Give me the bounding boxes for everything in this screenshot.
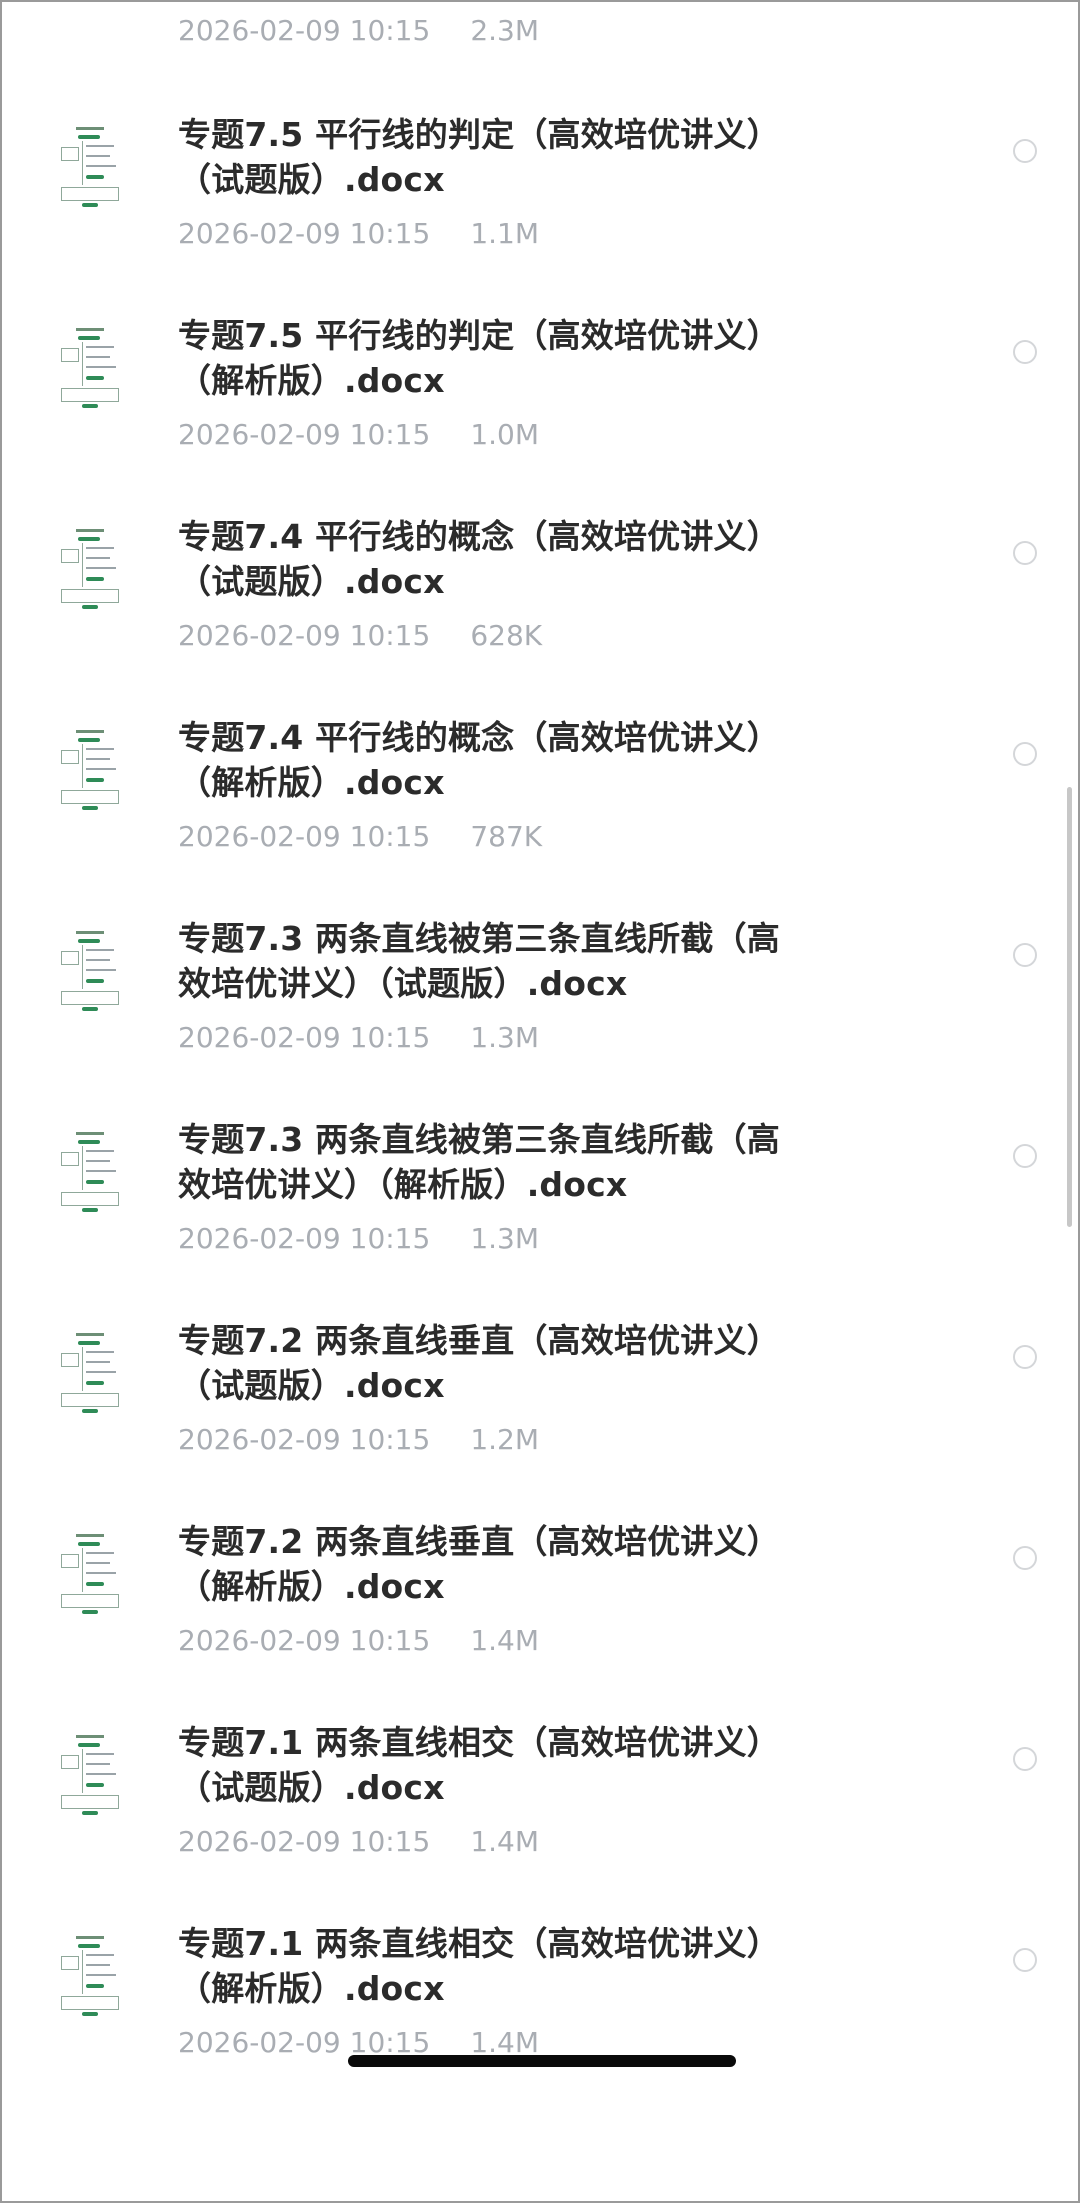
file-meta: 2026-02-09 10:15 1.2M — [178, 1423, 539, 1456]
file-meta: 2026-02-09 10:15 628K — [178, 619, 542, 652]
file-size: 1.1M — [470, 217, 540, 250]
docx-thumbnail-icon — [60, 1130, 120, 1212]
file-name: 专题7.3 两条直线被第三条直线所截（高 效培优讲义）（试题版）.docx — [178, 919, 780, 1003]
select-radio-icon[interactable] — [1013, 139, 1037, 163]
scrollbar[interactable] — [1067, 787, 1072, 1227]
docx-thumbnail-icon — [60, 1331, 120, 1413]
select-radio-icon[interactable] — [1013, 1948, 1037, 1972]
select-radio-icon[interactable] — [1013, 1144, 1037, 1168]
home-indicator[interactable] — [348, 2055, 736, 2067]
partial-item-meta: 2026-02-09 10:15 2.3M — [178, 14, 539, 47]
file-size: 1.4M — [470, 1624, 540, 1657]
file-date: 2026-02-09 10:15 — [178, 1825, 431, 1858]
file-row[interactable]: 专题7.2 两条直线垂直（高效培优讲义） （解析版）.docx 2026-02-… — [2, 1499, 1078, 1700]
file-name: 专题7.5 平行线的判定（高效培优讲义） （试题版）.docx — [178, 115, 780, 199]
file-row[interactable]: 专题7.4 平行线的概念（高效培优讲义） （试题版）.docx 2026-02-… — [2, 494, 1078, 695]
file-date: 2026-02-09 10:15 — [178, 418, 431, 451]
file-meta: 2026-02-09 10:15 1.0M — [178, 418, 539, 451]
file-size: 1.2M — [470, 1423, 540, 1456]
file-name: 专题7.3 两条直线被第三条直线所截（高 效培优讲义）（解析版）.docx — [178, 1120, 780, 1204]
file-name: 专题7.1 两条直线相交（高效培优讲义） （解析版）.docx — [178, 1924, 780, 2008]
docx-thumbnail-icon — [60, 1934, 120, 2016]
file-row[interactable]: 专题7.5 平行线的判定（高效培优讲义） （试题版）.docx 2026-02-… — [2, 92, 1078, 293]
file-name: 专题7.1 两条直线相交（高效培优讲义） （试题版）.docx — [178, 1723, 780, 1807]
file-date: 2026-02-09 10:15 — [178, 820, 431, 853]
file-size: 1.3M — [470, 1021, 540, 1054]
select-radio-icon[interactable] — [1013, 541, 1037, 565]
file-meta: 2026-02-09 10:15 1.1M — [178, 217, 539, 250]
file-row[interactable]: 专题7.1 两条直线相交（高效培优讲义） （试题版）.docx 2026-02-… — [2, 1700, 1078, 1901]
file-date: 2026-02-09 10:15 — [178, 1423, 431, 1456]
select-radio-icon[interactable] — [1013, 742, 1037, 766]
docx-thumbnail-icon — [60, 527, 120, 609]
select-radio-icon[interactable] — [1013, 1345, 1037, 1369]
file-name: 专题7.5 平行线的判定（高效培优讲义） （解析版）.docx — [178, 316, 780, 400]
docx-thumbnail-icon — [60, 326, 120, 408]
file-meta: 2026-02-09 10:15 1.4M — [178, 1624, 539, 1657]
file-meta: 2026-02-09 10:15 787K — [178, 820, 542, 853]
file-size: 787K — [470, 820, 543, 853]
select-radio-icon[interactable] — [1013, 1747, 1037, 1771]
docx-thumbnail-icon — [60, 929, 120, 1011]
file-row[interactable]: 专题7.3 两条直线被第三条直线所截（高 效培优讲义）（试题版）.docx 20… — [2, 896, 1078, 1097]
file-row[interactable]: 专题7.3 两条直线被第三条直线所截（高 效培优讲义）（解析版）.docx 20… — [2, 1097, 1078, 1298]
file-name: 专题7.4 平行线的概念（高效培优讲义） （试题版）.docx — [178, 517, 780, 601]
file-meta: 2026-02-09 10:15 1.3M — [178, 1021, 539, 1054]
file-date: 2026-02-09 10:15 — [178, 1624, 431, 1657]
file-date: 2026-02-09 10:15 — [178, 619, 431, 652]
select-radio-icon[interactable] — [1013, 1546, 1037, 1570]
file-date: 2026-02-09 10:15 — [178, 1021, 431, 1054]
file-date: 2026-02-09 10:15 — [178, 1222, 431, 1255]
file-row[interactable]: 专题7.1 两条直线相交（高效培优讲义） （解析版）.docx 2026-02-… — [2, 1901, 1078, 2102]
file-row[interactable]: 专题7.5 平行线的判定（高效培优讲义） （解析版）.docx 2026-02-… — [2, 293, 1078, 494]
docx-thumbnail-icon — [60, 1733, 120, 1815]
file-size: 1.3M — [470, 1222, 540, 1255]
file-name: 专题7.2 两条直线垂直（高效培优讲义） （试题版）.docx — [178, 1321, 780, 1405]
file-name: 专题7.2 两条直线垂直（高效培优讲义） （解析版）.docx — [178, 1522, 780, 1606]
file-date: 2026-02-09 10:15 — [178, 217, 431, 250]
file-size: 1.4M — [470, 1825, 540, 1858]
file-row[interactable]: 专题7.4 平行线的概念（高效培优讲义） （解析版）.docx 2026-02-… — [2, 695, 1078, 896]
screen-frame: 2026-02-09 10:15 2.3M 专题7.5 平行线的判定（高效培优讲义… — [0, 0, 1080, 2203]
file-meta: 2026-02-09 10:15 1.4M — [178, 1825, 539, 1858]
docx-thumbnail-icon — [60, 728, 120, 810]
docx-thumbnail-icon — [60, 1532, 120, 1614]
file-date: 2026-02-09 10:15 — [178, 14, 431, 47]
file-meta: 2026-02-09 10:15 1.3M — [178, 1222, 539, 1255]
select-radio-icon[interactable] — [1013, 943, 1037, 967]
select-radio-icon[interactable] — [1013, 340, 1037, 364]
file-size: 1.0M — [470, 418, 540, 451]
file-size: 628K — [470, 619, 543, 652]
file-row[interactable]: 专题7.2 两条直线垂直（高效培优讲义） （试题版）.docx 2026-02-… — [2, 1298, 1078, 1499]
file-name: 专题7.4 平行线的概念（高效培优讲义） （解析版）.docx — [178, 718, 780, 802]
docx-thumbnail-icon — [60, 125, 120, 207]
file-size: 2.3M — [470, 14, 540, 47]
